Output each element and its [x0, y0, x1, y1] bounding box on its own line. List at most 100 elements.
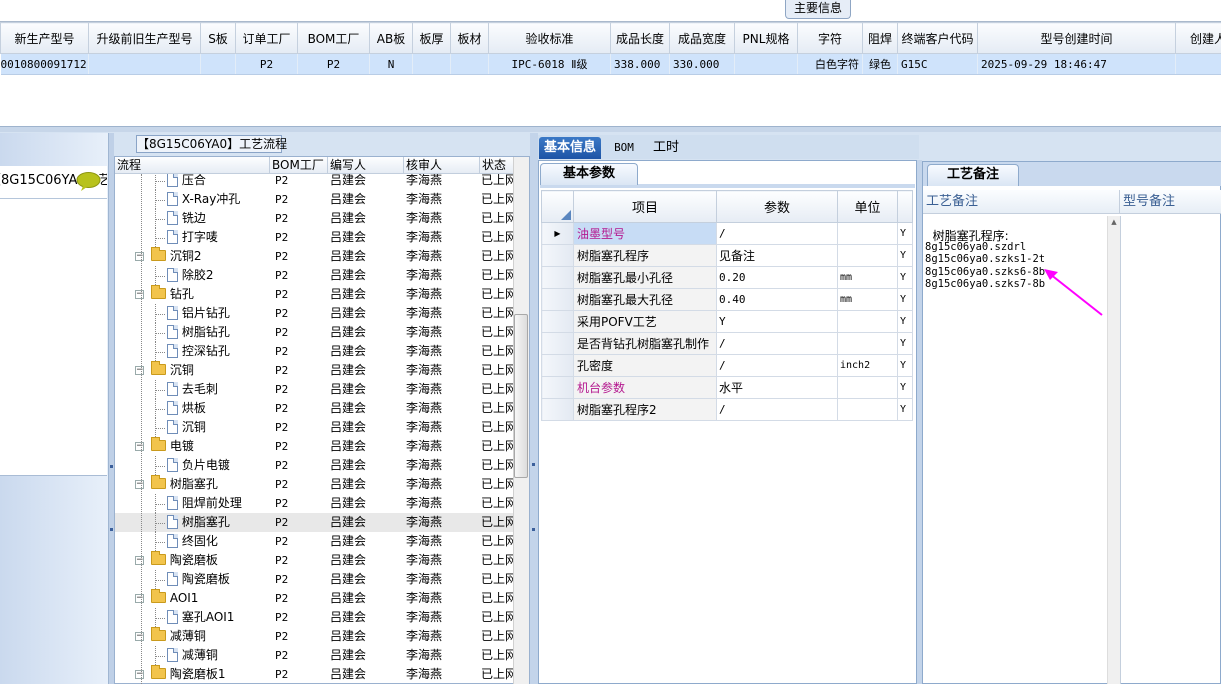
tree-process-step[interactable]: 减薄铜 P2 吕建会 李海燕 已上网 — [115, 646, 513, 665]
product-cell-14[interactable]: G15C — [897, 53, 978, 75]
tree-process-group[interactable]: − 沉铜 P2 吕建会 李海燕 已上网 — [115, 361, 513, 380]
tree-process-step[interactable]: 沉铜 P2 吕建会 李海燕 已上网 — [115, 418, 513, 437]
product-cell-10[interactable]: 330.000 — [669, 53, 735, 75]
product-cell-9[interactable]: 338.000 — [610, 53, 670, 75]
param-value[interactable]: 0.20 — [716, 266, 838, 289]
product-col-7[interactable]: 板材 — [450, 22, 489, 54]
product-col-2[interactable]: S板 — [200, 22, 236, 54]
tree-process-step[interactable]: 树脂塞孔 P2 吕建会 李海燕 已上网 — [115, 513, 513, 532]
tree-process-group[interactable]: − 电镀 P2 吕建会 李海燕 已上网 — [115, 437, 513, 456]
col-bom-factory[interactable]: BOM工厂 — [270, 157, 328, 174]
col-unit[interactable]: 单位 — [837, 190, 898, 223]
tree-process-step[interactable]: 打字唛 P2 吕建会 李海燕 已上网 — [115, 228, 513, 247]
subtab-basic-params[interactable]: 基本参数 — [540, 163, 638, 185]
param-value[interactable]: 见备注 — [716, 244, 838, 267]
tree-process-step[interactable]: 控深钻孔 P2 吕建会 李海燕 已上网 — [115, 342, 513, 361]
tab-bom[interactable]: BOM — [608, 137, 640, 159]
tree-process-step[interactable]: 阻焊前处理 P2 吕建会 李海燕 已上网 — [115, 494, 513, 513]
product-col-11[interactable]: PNL规格 — [734, 22, 798, 54]
product-col-0[interactable]: 新生产型号 — [0, 22, 89, 54]
param-row[interactable]: 树脂塞孔最大孔径 0.40 mm Y — [541, 288, 913, 311]
param-row[interactable]: 采用POFV工艺 Y Y — [541, 310, 913, 333]
product-col-9[interactable]: 成品长度 — [610, 22, 670, 54]
param-row[interactable]: 机台参数 水平 Y — [541, 376, 913, 399]
product-cell-1[interactable] — [88, 53, 201, 75]
tree-process-group[interactable]: − 陶瓷磨板1 P2 吕建会 李海燕 已上网 — [115, 665, 513, 684]
product-col-12[interactable]: 字符 — [797, 22, 863, 54]
product-cell-7[interactable] — [450, 53, 489, 75]
tab-process-remarks[interactable]: 工艺备注 — [927, 164, 1019, 186]
tab-basic-info[interactable]: 基本信息 — [539, 137, 601, 159]
param-unit[interactable] — [837, 222, 898, 245]
param-value[interactable]: 水平 — [716, 376, 838, 399]
param-unit[interactable] — [837, 398, 898, 421]
product-cell-12[interactable]: 白色字符 — [797, 53, 863, 75]
tree-process-step[interactable]: 去毛刺 P2 吕建会 李海燕 已上网 — [115, 380, 513, 399]
tree-process-step[interactable]: 除胶2 P2 吕建会 李海燕 已上网 — [115, 266, 513, 285]
param-row[interactable]: 树脂塞孔程序2/ Y — [541, 398, 913, 421]
param-value[interactable]: 0.40 — [716, 288, 838, 311]
product-cell-0[interactable]: 0010800091712 — [0, 53, 89, 75]
tree-process-step[interactable]: 终固化 P2 吕建会 李海燕 已上网 — [115, 532, 513, 551]
product-cell-6[interactable] — [412, 53, 451, 75]
col-param[interactable]: 参数 — [716, 190, 838, 223]
param-unit[interactable] — [837, 332, 898, 355]
product-col-16[interactable]: 创建人 — [1175, 22, 1221, 54]
product-col-10[interactable]: 成品宽度 — [669, 22, 735, 54]
param-row[interactable]: ▶ 油墨型号 / Y — [541, 222, 913, 245]
param-value[interactable]: / — [716, 332, 838, 355]
col-auditor[interactable]: 核审人 — [404, 157, 480, 174]
tab-work-hours[interactable]: 工时 — [646, 137, 686, 159]
comment-icon[interactable] — [76, 172, 101, 191]
col-model-remarks[interactable]: 型号备注 — [1120, 190, 1221, 214]
remarks-scrollbar[interactable]: ▲ — [1107, 216, 1120, 684]
product-cell-2[interactable] — [200, 53, 236, 75]
param-unit[interactable]: inch2 — [837, 354, 898, 377]
tree-process-group[interactable]: − 沉铜2 P2 吕建会 李海燕 已上网 — [115, 247, 513, 266]
col-process[interactable]: 流程 — [115, 157, 270, 174]
param-value[interactable]: / — [716, 354, 838, 377]
product-cell-16[interactable] — [1175, 53, 1221, 75]
col-process-remarks[interactable]: 工艺备注 — [923, 190, 1120, 214]
middle-splitter[interactable] — [530, 133, 538, 684]
collapse-toggle[interactable]: − — [135, 442, 144, 451]
collapse-toggle[interactable]: − — [135, 670, 144, 679]
tree-process-group[interactable]: − 树脂塞孔 P2 吕建会 李海燕 已上网 — [115, 475, 513, 494]
product-col-8[interactable]: 验收标准 — [488, 22, 611, 54]
param-unit[interactable]: mm — [837, 266, 898, 289]
product-col-14[interactable]: 终端客户代码 — [897, 22, 978, 54]
main-info-tab[interactable]: 主要信息 — [785, 0, 851, 19]
product-col-13[interactable]: 阻焊 — [862, 22, 898, 54]
product-cell-4[interactable]: P2 — [297, 53, 370, 75]
collapse-toggle[interactable]: − — [135, 252, 144, 261]
product-row[interactable]: 0010800091712 P2 P2 N IPC-6018 Ⅱ级 338.000 330.… — [0, 53, 1221, 75]
tree-process-step[interactable]: 压合 P2 吕建会 李海燕 已上网 — [115, 174, 513, 190]
collapse-toggle[interactable]: − — [135, 290, 144, 299]
param-value[interactable]: / — [716, 398, 838, 421]
tree-process-step[interactable]: 铣边 P2 吕建会 李海燕 已上网 — [115, 209, 513, 228]
tree-process-step[interactable]: 塞孔AOI1 P2 吕建会 李海燕 已上网 — [115, 608, 513, 627]
tree-process-step[interactable]: 负片电镀 P2 吕建会 李海燕 已上网 — [115, 456, 513, 475]
tree-process-step[interactable]: 陶瓷磨板 P2 吕建会 李海燕 已上网 — [115, 570, 513, 589]
tree-process-group[interactable]: − 钻孔 P2 吕建会 李海燕 已上网 — [115, 285, 513, 304]
tree-scrollbar-thumb[interactable] — [514, 314, 528, 478]
collapse-toggle[interactable]: − — [135, 556, 144, 565]
model-remarks-area[interactable] — [1120, 216, 1221, 684]
param-row[interactable]: 是否背钻孔树脂塞孔制作 / Y — [541, 332, 913, 355]
product-col-6[interactable]: 板厚 — [412, 22, 451, 54]
collapse-toggle[interactable]: − — [135, 480, 144, 489]
param-unit[interactable] — [837, 376, 898, 399]
product-cell-3[interactable]: P2 — [235, 53, 298, 75]
param-row[interactable]: 树脂塞孔程序 见备注 Y — [541, 244, 913, 267]
product-cell-11[interactable] — [734, 53, 798, 75]
product-col-1[interactable]: 升级前旧生产型号 — [88, 22, 201, 54]
product-col-5[interactable]: AB板 — [369, 22, 413, 54]
col-status[interactable]: 状态 — [480, 157, 513, 174]
product-cell-8[interactable]: IPC-6018 Ⅱ级 — [488, 53, 611, 75]
product-cell-13[interactable]: 绿色 — [862, 53, 898, 75]
tree-process-step[interactable]: 烘板 P2 吕建会 李海燕 已上网 — [115, 399, 513, 418]
product-cell-5[interactable]: N — [369, 53, 413, 75]
tree-process-step[interactable]: X-Ray冲孔 P2 吕建会 李海燕 已上网 — [115, 190, 513, 209]
tree-process-group[interactable]: − AOI1 P2 吕建会 李海燕 已上网 — [115, 589, 513, 608]
product-col-3[interactable]: 订单工厂 — [235, 22, 298, 54]
